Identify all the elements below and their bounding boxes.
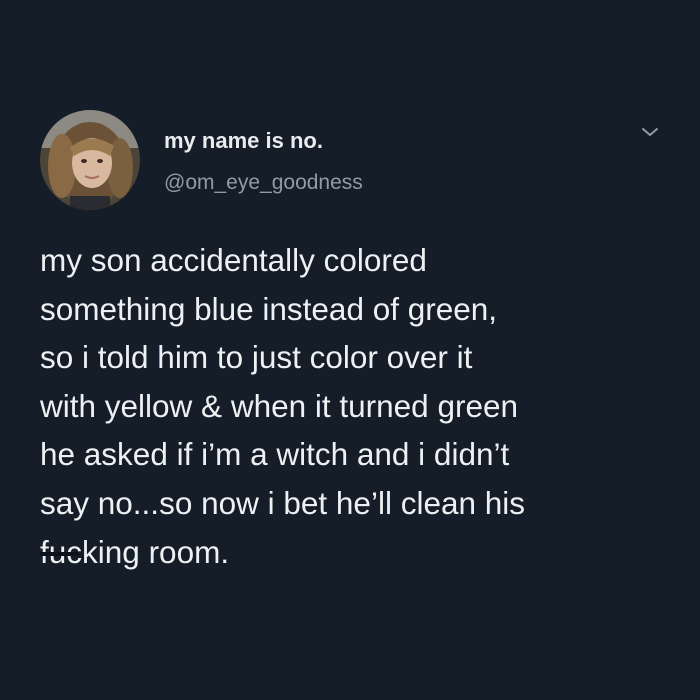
profile-photo <box>40 110 140 210</box>
chevron-down-icon[interactable] <box>640 122 660 142</box>
author-display-name[interactable]: my name is no. <box>164 128 323 154</box>
tweet-last-line: fucking room. <box>40 528 680 577</box>
tweet-line: with yellow & when it turned green <box>40 387 519 424</box>
author-handle[interactable]: @om_eye_goodness <box>164 170 363 196</box>
tweet-line: so i told him to just color over it <box>40 339 473 376</box>
tweet-line: say no...so now i bet he’ll clean his <box>40 484 526 521</box>
censored-word: fuc <box>40 533 83 570</box>
tweet-card: my name is no. @om_eye_goodness my son a… <box>0 0 700 700</box>
tweet-line: something blue instead of green, <box>40 290 498 327</box>
tweet-line: my son accidentally colored <box>40 242 427 278</box>
last-line-text: king room. <box>82 533 230 570</box>
avatar[interactable] <box>40 110 140 210</box>
page: my name is no. @om_eye_goodness my son a… <box>0 0 700 700</box>
tweet-text: my son accidentally colored something bl… <box>40 236 680 576</box>
tweet-line: he asked if i’m a witch and i didn’t <box>40 436 510 473</box>
